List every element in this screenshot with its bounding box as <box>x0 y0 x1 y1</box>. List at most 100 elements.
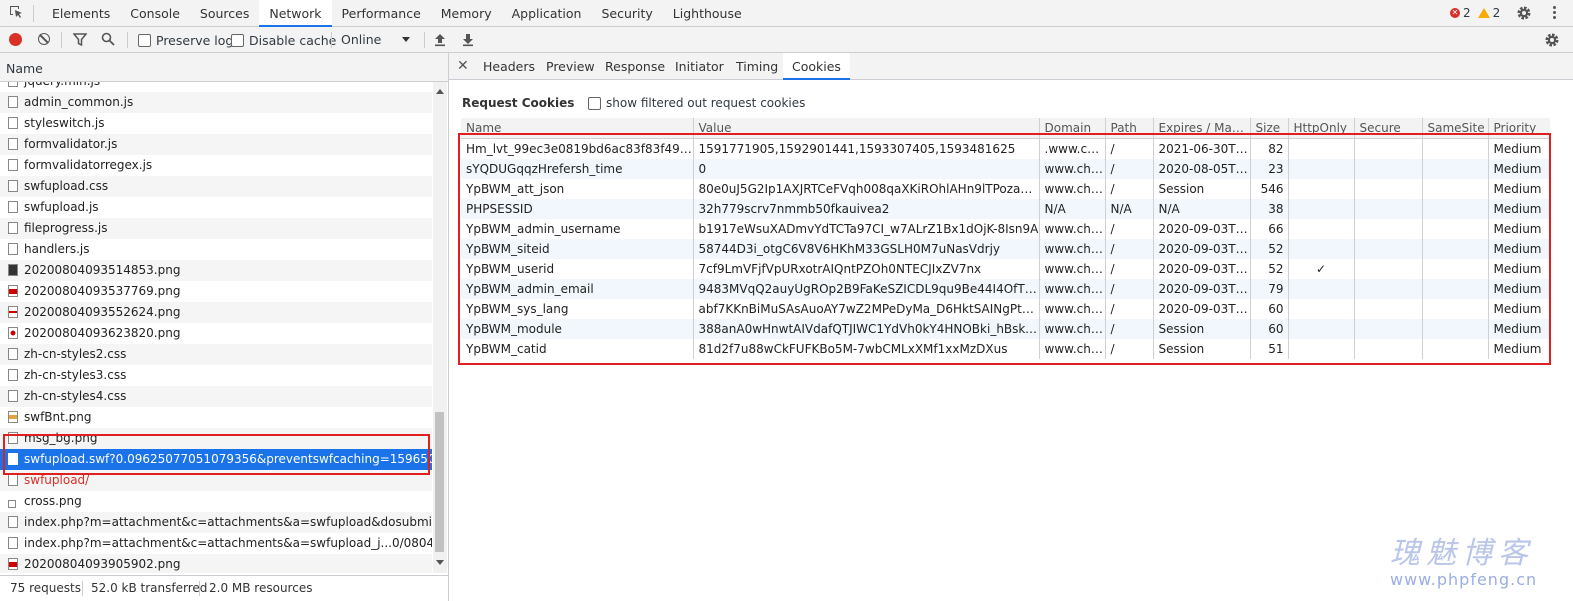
request-row[interactable]: styleswitch.js <box>0 113 432 134</box>
settings-gear-icon[interactable] <box>1516 5 1532 21</box>
request-row[interactable]: handlers.js <box>0 239 432 260</box>
inspect-element-icon[interactable] <box>9 5 23 19</box>
request-row[interactable]: 20200804093552624.png <box>0 302 432 323</box>
tab-performance[interactable]: Performance <box>332 0 431 27</box>
column-header[interactable]: HttpOnly <box>1287 118 1354 139</box>
request-row[interactable]: admin_common.js <box>0 92 432 113</box>
request-row[interactable]: zh-cn-styles2.css <box>0 344 432 365</box>
cookie-row[interactable]: YpBWM_att_json 80e0uJ5G2Ip1AXJRTCeFVqh008… <box>461 179 1550 199</box>
request-name: swfupload/ <box>24 473 90 487</box>
tab-sources[interactable]: Sources <box>190 0 259 27</box>
cookie-row[interactable]: YpBWM_userid 7cf9LmVFjfVpURxotrAIQntPZOh0… <box>461 259 1550 279</box>
column-header[interactable]: Path <box>1104 118 1153 139</box>
column-header[interactable]: Value <box>692 118 1039 139</box>
tab-timing[interactable]: Timing <box>736 53 778 80</box>
close-icon[interactable]: ✕ <box>457 58 469 74</box>
cookie-row[interactable]: sYQDUGqqzHrefersh_time 0 www.chu.../2020-0… <box>461 159 1550 179</box>
tab-preview[interactable]: Preview <box>546 53 595 80</box>
chevron-down-icon[interactable] <box>402 37 410 42</box>
file-icon <box>8 159 18 171</box>
cookie-cell-expires: 2020-09-03T0... <box>1152 299 1250 319</box>
file-icon <box>8 243 18 255</box>
cookie-row[interactable]: YpBWM_siteid 58744D3i_otgC6V8V6HKhM33GSLH… <box>461 239 1550 259</box>
cookie-row[interactable]: PHPSESSID 32h779scrv7nmmb50fkauivea2 N/A N/… <box>461 199 1550 219</box>
column-header[interactable]: Domain <box>1038 118 1105 139</box>
search-icon[interactable] <box>101 32 115 46</box>
request-row[interactable]: swfupload.js <box>0 197 432 218</box>
file-icon <box>8 369 18 381</box>
tab-console[interactable]: Console <box>120 0 190 27</box>
scrollbar-thumb[interactable] <box>435 412 444 552</box>
tab-elements[interactable]: Elements <box>42 0 120 27</box>
preserve-log-checkbox[interactable]: Preserve log <box>138 33 233 48</box>
tab-security[interactable]: Security <box>591 0 662 27</box>
request-row[interactable]: cross.png <box>0 491 432 512</box>
name-column-header[interactable]: Name <box>0 53 448 82</box>
import-har-icon[interactable] <box>434 32 446 47</box>
cookie-cell-expires: 2020-09-03T0... <box>1152 279 1250 299</box>
cookie-cell-size: 52 <box>1249 239 1288 259</box>
show-filtered-checkbox[interactable]: show filtered out request cookies <box>588 96 805 110</box>
request-row[interactable]: index.php?m=attachment&c=attachments&a=s… <box>0 533 432 554</box>
column-header[interactable]: SameSite <box>1421 118 1488 139</box>
request-row[interactable]: fileprogress.js <box>0 218 432 239</box>
request-cookies-title: Request Cookies <box>462 96 575 110</box>
request-row[interactable]: jquery.min.js <box>0 82 432 92</box>
request-row[interactable]: formvalidatorregex.js <box>0 155 432 176</box>
issues-counter[interactable]: ✕ 2 2 <box>1450 6 1500 20</box>
more-options-icon[interactable] <box>1553 6 1557 21</box>
filter-icon[interactable] <box>73 33 87 46</box>
request-row[interactable]: swfupload.css <box>0 176 432 197</box>
export-har-icon[interactable] <box>462 32 474 47</box>
request-row[interactable]: swfupload/ <box>0 470 432 491</box>
request-row[interactable]: 20200804093514853.png <box>0 260 432 281</box>
cookie-cell-domain: www.chu... <box>1038 239 1105 259</box>
request-row[interactable]: swfBnt.png <box>0 407 432 428</box>
tab-lighthouse[interactable]: Lighthouse <box>663 0 752 27</box>
cookie-row[interactable]: Hm_lvt_99ec3e0819bd6ac83f83f49e733...159… <box>461 138 1550 159</box>
tab-response[interactable]: Response <box>605 53 665 80</box>
throttling-select[interactable]: Online <box>341 32 381 47</box>
request-row[interactable]: 20200804093537769.png <box>0 281 432 302</box>
column-header[interactable]: Size <box>1249 118 1288 139</box>
request-row[interactable]: zh-cn-styles3.css <box>0 365 432 386</box>
network-status-bar: 75 requests 52.0 kB transferred 2.0 MB r… <box>0 575 449 601</box>
disable-cache-checkbox[interactable]: Disable cache <box>231 33 336 48</box>
checkbox-box[interactable] <box>231 34 244 47</box>
column-header[interactable]: Secure <box>1353 118 1422 139</box>
cookie-cell-secure <box>1353 319 1422 339</box>
scroll-down-icon[interactable] <box>436 560 444 565</box>
request-row[interactable]: swfupload.swf?0.09625077051079356&preven… <box>0 449 432 470</box>
cookie-row[interactable]: YpBWM_module 388anA0wHnwtAIVdafQTJIWC1YdV… <box>461 319 1550 339</box>
request-row[interactable]: 20200804093905902.png <box>0 554 432 573</box>
request-list-scrollbar[interactable] <box>433 82 447 573</box>
request-row[interactable]: zh-cn-styles4.css <box>0 386 432 407</box>
tab-initiator[interactable]: Initiator <box>675 53 724 80</box>
request-row[interactable]: formvalidator.js <box>0 134 432 155</box>
tab-network[interactable]: Network <box>259 0 332 27</box>
cookie-cell-path: / <box>1104 279 1153 299</box>
image-file-icon <box>8 500 16 508</box>
request-row[interactable]: 20200804093623820.png <box>0 323 432 344</box>
tab-headers[interactable]: Headers <box>483 53 535 80</box>
cookie-row[interactable]: YpBWM_sys_lang abf7KKnBiMuSAsAuoAY7wZ2MPe… <box>461 299 1550 319</box>
checkbox-box[interactable] <box>588 96 601 110</box>
clear-icon[interactable] <box>38 33 50 45</box>
tab-application[interactable]: Application <box>502 0 592 27</box>
column-header[interactable]: Expires / Max-... <box>1152 118 1250 139</box>
checkbox-box[interactable] <box>138 34 151 47</box>
request-row[interactable]: msg_bg.png <box>0 428 432 449</box>
cookie-row[interactable]: YpBWM_admin_email 9483MVqQ2auyUgROp2B9FaK… <box>461 279 1550 299</box>
cookie-row[interactable]: YpBWM_catid 81d2f7u88wCkFUFKBo5M-7wbCMLxX… <box>461 339 1550 359</box>
column-header[interactable]: Name <box>461 118 693 139</box>
record-button[interactable] <box>9 33 22 46</box>
scroll-up-icon[interactable] <box>436 89 444 94</box>
cookie-row[interactable]: YpBWM_admin_username b1917eWsuXADmvYdTCTa… <box>461 219 1550 239</box>
tab-cookies[interactable]: Cookies <box>783 53 850 80</box>
tab-memory[interactable]: Memory <box>431 0 502 27</box>
column-header[interactable]: Priority <box>1487 118 1550 139</box>
network-settings-gear-icon[interactable] <box>1544 32 1560 48</box>
cookie-cell-path: / <box>1104 179 1153 199</box>
cookie-cell-priority: Medium <box>1487 199 1550 219</box>
request-row[interactable]: index.php?m=attachment&c=attachments&a=s… <box>0 512 432 533</box>
